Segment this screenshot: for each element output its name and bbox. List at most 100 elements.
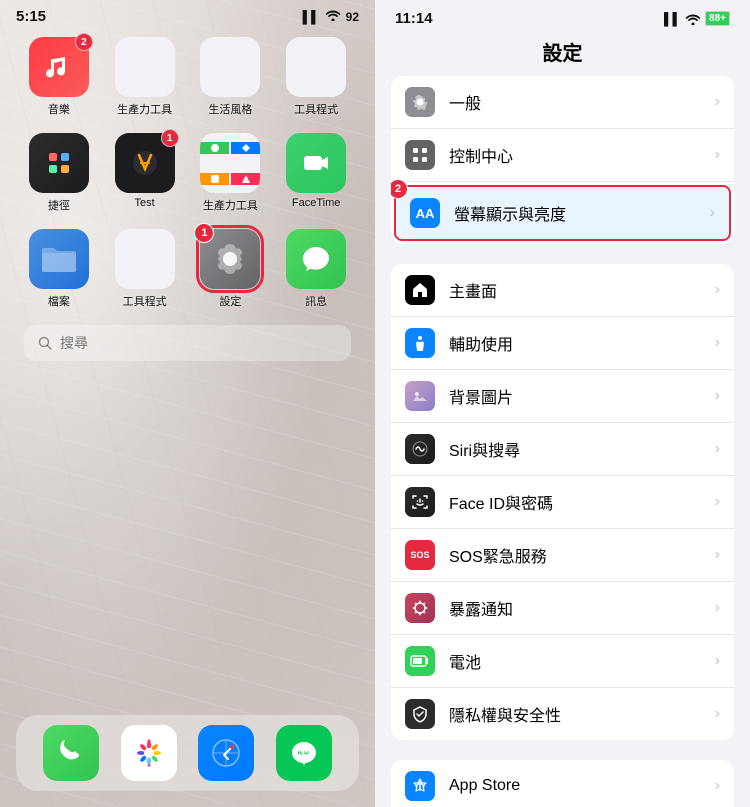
status-icons-right: ▌▌ 88+ [664, 11, 730, 26]
display-chevron: › [710, 204, 715, 222]
siri-svg [411, 440, 429, 458]
messages-label: 訊息 [305, 293, 327, 309]
accessibility-icon [405, 328, 435, 358]
appstore-label: App Store [449, 777, 715, 795]
home-screen: 5:15 ▌▌ 92 2 [0, 0, 375, 807]
settings-item-exposure[interactable]: 暴露通知 › [391, 582, 734, 635]
messages-icon [286, 229, 346, 289]
accessibility-svg [411, 334, 429, 352]
facetime-icon [286, 133, 346, 193]
life-icon [200, 37, 260, 97]
status-bar-right: 11:14 ▌▌ 88+ [375, 0, 750, 31]
battery-label: 電池 [449, 649, 715, 673]
time-right: 11:14 [395, 10, 433, 27]
wallpaper-icon [405, 381, 435, 411]
exposure-chevron: › [715, 599, 720, 617]
app-files[interactable]: 檔案 [23, 229, 95, 309]
settings-item-control[interactable]: 控制中心 › [391, 129, 734, 182]
wallpaper-chevron: › [715, 387, 720, 405]
wifi-icon-right [685, 13, 701, 25]
settings-item-sos[interactable]: SOS SOS緊急服務 › [391, 529, 734, 582]
settings-item-accessibility[interactable]: 輔助使用 › [391, 317, 734, 370]
display-label: 螢幕顯示與亮度 [454, 201, 710, 225]
home-label: 主畫面 [449, 278, 715, 302]
settings-item-general[interactable]: 一般 › [391, 76, 734, 129]
app-prod2[interactable]: 生產力工具 [194, 133, 266, 213]
settings-group-1: 一般 › 控制中心 › 2 AA [391, 76, 734, 244]
display-icon: AA [410, 198, 440, 228]
app-facetime[interactable]: FaceTime [280, 133, 352, 213]
tools2-icon [115, 229, 175, 289]
app-widget1[interactable]: 生產力工具 [109, 37, 181, 117]
privacy-label: 隱私權與安全性 [449, 702, 715, 726]
tools-icon [286, 37, 346, 97]
privacy-chevron: › [715, 705, 720, 723]
settings-item-privacy[interactable]: 隱私權與安全性 › [391, 688, 734, 740]
settings-item-wallpaper[interactable]: 背景圖片 › [391, 370, 734, 423]
sos-chevron: › [715, 546, 720, 564]
app-settings[interactable]: 1 設定 [194, 229, 266, 309]
app-shortcuts[interactable]: 捷徑 [23, 133, 95, 213]
app-row-3: 檔案 工具程式 1 [16, 229, 359, 309]
settings-title: 設定 [375, 31, 750, 76]
battery-svg [410, 654, 430, 668]
app-messages[interactable]: 訊息 [280, 229, 352, 309]
prod2-label: 生產力工具 [203, 197, 258, 213]
siri-icon [405, 434, 435, 464]
appstore-svg [411, 777, 429, 795]
accessibility-label: 輔助使用 [449, 331, 715, 355]
search-icon [38, 336, 52, 350]
app-tools2[interactable]: 工具程式 [109, 229, 181, 309]
settings-screen: 11:14 ▌▌ 88+ 設定 一般 [375, 0, 750, 807]
settings-item-siri[interactable]: Siri與搜尋 › [391, 423, 734, 476]
app-life[interactable]: 生活風格 [194, 37, 266, 117]
siri-label: Siri與搜尋 [449, 437, 715, 461]
sos-icon: SOS [405, 540, 435, 570]
shortcuts-label: 捷徑 [48, 197, 70, 213]
settings-item-faceid[interactable]: Face ID與密碼 › [391, 476, 734, 529]
privacy-icon [405, 699, 435, 729]
time-left: 5:15 [16, 8, 46, 25]
dock-safari[interactable] [198, 725, 254, 781]
settings-item-display[interactable]: 2 AA 螢幕顯示與亮度 › [394, 185, 731, 241]
battery-left: 92 [346, 10, 359, 24]
battery-chevron: › [715, 652, 720, 670]
app-test[interactable]: 1 Test [109, 133, 181, 213]
siri-chevron: › [715, 440, 720, 458]
home-icon [405, 275, 435, 305]
tools-label: 工具程式 [294, 101, 338, 117]
dock-phone[interactable] [43, 725, 99, 781]
files-icon [29, 229, 89, 289]
app-row-1: 2 音樂 生產力工具 [16, 37, 359, 117]
accessibility-chevron: › [715, 334, 720, 352]
wallpaper-svg [411, 387, 429, 405]
dock [16, 715, 359, 791]
wallpaper-label: 背景圖片 [449, 384, 715, 408]
dock-line[interactable] [276, 725, 332, 781]
dock-photos[interactable] [121, 725, 177, 781]
signal-right: ▌▌ [664, 12, 681, 26]
search-bar[interactable]: 搜尋 [24, 325, 351, 361]
sos-label: SOS緊急服務 [449, 543, 715, 567]
app-tools[interactable]: 工具程式 [280, 37, 352, 117]
faceid-chevron: › [715, 493, 720, 511]
search-text: 搜尋 [60, 333, 88, 353]
settings-list: 一般 › 控制中心 › 2 AA [375, 76, 750, 807]
settings-item-battery[interactable]: 電池 › [391, 635, 734, 688]
settings-group-2: 主畫面 › 輔助使用 › [391, 264, 734, 740]
files-label: 檔案 [48, 293, 70, 309]
control-chevron: › [715, 146, 720, 164]
settings-item-appstore[interactable]: App Store › [391, 760, 734, 807]
control-icon [405, 140, 435, 170]
app-grid: 2 音樂 生產力工具 [0, 29, 375, 309]
battery-icon [405, 646, 435, 676]
settings-item-home[interactable]: 主畫面 › [391, 264, 734, 317]
app-music[interactable]: 2 音樂 [23, 37, 95, 117]
life-label: 生活風格 [208, 101, 252, 117]
tools2-label: 工具程式 [123, 293, 167, 309]
status-icons-left: ▌▌ 92 [303, 9, 359, 24]
widget1-icon [115, 37, 175, 97]
settings-label: 設定 [219, 293, 241, 309]
exposure-icon [405, 593, 435, 623]
test-label: Test [135, 197, 155, 209]
